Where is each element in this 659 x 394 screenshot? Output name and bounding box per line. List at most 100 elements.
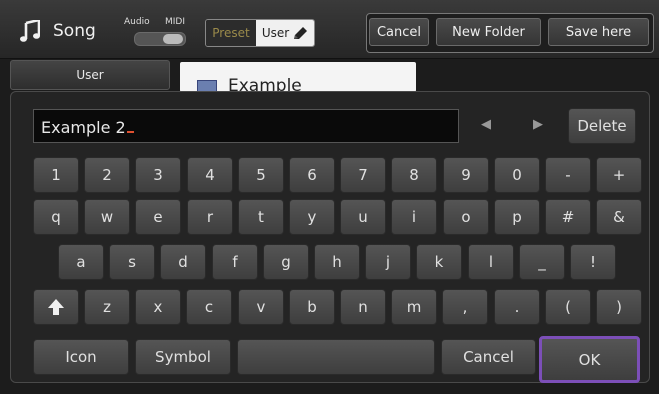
key-row1-7[interactable]: 8 bbox=[391, 157, 437, 193]
symbol-button[interactable]: Symbol bbox=[135, 339, 231, 375]
preset-tab[interactable]: Preset bbox=[206, 20, 256, 46]
key-label: _ bbox=[538, 253, 546, 271]
save-here-button[interactable]: Save here bbox=[548, 18, 649, 46]
key-row3-1[interactable]: s bbox=[109, 244, 155, 280]
key-label: , bbox=[462, 298, 468, 316]
ok-button-label: OK bbox=[578, 350, 601, 369]
key-label: 7 bbox=[358, 166, 368, 184]
key-label: 8 bbox=[409, 166, 419, 184]
key-label: - bbox=[565, 166, 571, 184]
key-row3-7[interactable]: k bbox=[416, 244, 462, 280]
key-row4-6[interactable]: m bbox=[391, 289, 437, 325]
key-label: 3 bbox=[153, 166, 163, 184]
key-row4-2[interactable]: c bbox=[186, 289, 232, 325]
name-input-field[interactable]: Example 2 bbox=[33, 109, 459, 143]
ok-button[interactable]: OK bbox=[539, 336, 640, 383]
delete-button[interactable]: Delete bbox=[568, 108, 636, 144]
keyboard-cancel-button[interactable]: Cancel bbox=[441, 339, 536, 375]
key-row2-2[interactable]: e bbox=[135, 199, 181, 235]
key-row2-0[interactable]: q bbox=[33, 199, 79, 235]
shift-key[interactable] bbox=[33, 289, 79, 325]
key-row4-8[interactable]: . bbox=[494, 289, 540, 325]
key-row1-9[interactable]: 0 bbox=[494, 157, 540, 193]
key-label: l bbox=[488, 253, 494, 271]
key-row2-6[interactable]: u bbox=[340, 199, 386, 235]
cancel-button[interactable]: Cancel bbox=[369, 18, 429, 46]
key-label: m bbox=[406, 298, 422, 316]
cursor-right-icon[interactable]: ▶ bbox=[533, 117, 543, 132]
key-row4-7[interactable]: , bbox=[442, 289, 488, 325]
key-row4-3[interactable]: v bbox=[238, 289, 284, 325]
key-label: g bbox=[281, 253, 291, 271]
key-label: i bbox=[411, 208, 417, 226]
pencil-icon bbox=[294, 27, 308, 39]
key-row3-4[interactable]: g bbox=[263, 244, 309, 280]
key-row1-3[interactable]: 4 bbox=[187, 157, 233, 193]
key-label: 5 bbox=[256, 166, 266, 184]
key-row1-11[interactable]: + bbox=[596, 157, 642, 193]
key-label: o bbox=[461, 208, 471, 226]
key-row1-2[interactable]: 3 bbox=[135, 157, 181, 193]
space-bar[interactable] bbox=[237, 339, 435, 375]
key-row4-9[interactable]: ( bbox=[545, 289, 591, 325]
key-label: h bbox=[332, 253, 342, 271]
key-row4-10[interactable]: ) bbox=[596, 289, 642, 325]
key-label: u bbox=[358, 208, 368, 226]
symbol-button-label: Symbol bbox=[155, 348, 211, 366]
icon-button-label: Icon bbox=[65, 348, 97, 366]
key-row3-10[interactable]: ! bbox=[570, 244, 616, 280]
key-label: f bbox=[232, 253, 238, 271]
key-row2-5[interactable]: y bbox=[289, 199, 335, 235]
key-label: n bbox=[358, 298, 368, 316]
music-note-icon bbox=[20, 20, 40, 42]
key-row2-9[interactable]: p bbox=[494, 199, 540, 235]
key-row2-11[interactable]: & bbox=[596, 199, 642, 235]
key-row3-5[interactable]: h bbox=[314, 244, 360, 280]
key-row4-1[interactable]: x bbox=[135, 289, 181, 325]
key-row3-2[interactable]: d bbox=[160, 244, 206, 280]
key-row2-10[interactable]: # bbox=[545, 199, 591, 235]
cursor-left-icon[interactable]: ◀ bbox=[481, 117, 491, 132]
sidebar-tab-user[interactable]: User bbox=[10, 60, 170, 90]
key-label: s bbox=[128, 253, 136, 271]
key-row4-4[interactable]: b bbox=[289, 289, 335, 325]
shift-arrow-icon bbox=[48, 299, 64, 315]
new-folder-button[interactable]: New Folder bbox=[436, 18, 541, 46]
key-label: e bbox=[153, 208, 163, 226]
key-row3-9[interactable]: _ bbox=[519, 244, 565, 280]
icon-button[interactable]: Icon bbox=[33, 339, 129, 375]
key-row3-6[interactable]: j bbox=[365, 244, 411, 280]
key-row4-5[interactable]: n bbox=[340, 289, 386, 325]
key-row2-3[interactable]: r bbox=[187, 199, 233, 235]
user-tab[interactable]: User bbox=[256, 20, 314, 46]
key-row2-8[interactable]: o bbox=[443, 199, 489, 235]
page-title: Song bbox=[53, 21, 96, 41]
key-row2-1[interactable]: w bbox=[84, 199, 130, 235]
key-label: ( bbox=[565, 298, 571, 316]
audio-midi-toggle[interactable] bbox=[134, 32, 186, 46]
key-row1-8[interactable]: 9 bbox=[443, 157, 489, 193]
key-row1-4[interactable]: 5 bbox=[238, 157, 284, 193]
key-row2-7[interactable]: i bbox=[391, 199, 437, 235]
sidebar-tab-user-label: User bbox=[76, 68, 104, 82]
key-row3-3[interactable]: f bbox=[212, 244, 258, 280]
text-cursor bbox=[126, 131, 134, 133]
key-row1-1[interactable]: 2 bbox=[84, 157, 130, 193]
key-label: & bbox=[613, 208, 625, 226]
key-row1-0[interactable]: 1 bbox=[33, 157, 79, 193]
key-row1-6[interactable]: 7 bbox=[340, 157, 386, 193]
key-row3-8[interactable]: l bbox=[468, 244, 514, 280]
key-row2-4[interactable]: t bbox=[238, 199, 284, 235]
key-row4-0[interactable]: z bbox=[84, 289, 130, 325]
key-label: v bbox=[256, 298, 266, 316]
key-label: 4 bbox=[205, 166, 215, 184]
key-label: 6 bbox=[307, 166, 317, 184]
new-folder-button-label: New Folder bbox=[452, 24, 525, 40]
title-bar: Song Audio MIDI Preset User Cancel New F… bbox=[0, 0, 659, 59]
key-row1-5[interactable]: 6 bbox=[289, 157, 335, 193]
key-row3-0[interactable]: a bbox=[58, 244, 104, 280]
key-row1-10[interactable]: - bbox=[545, 157, 591, 193]
file-item[interactable]: Example bbox=[180, 62, 416, 96]
key-label: ) bbox=[616, 298, 622, 316]
delete-button-label: Delete bbox=[577, 117, 627, 135]
